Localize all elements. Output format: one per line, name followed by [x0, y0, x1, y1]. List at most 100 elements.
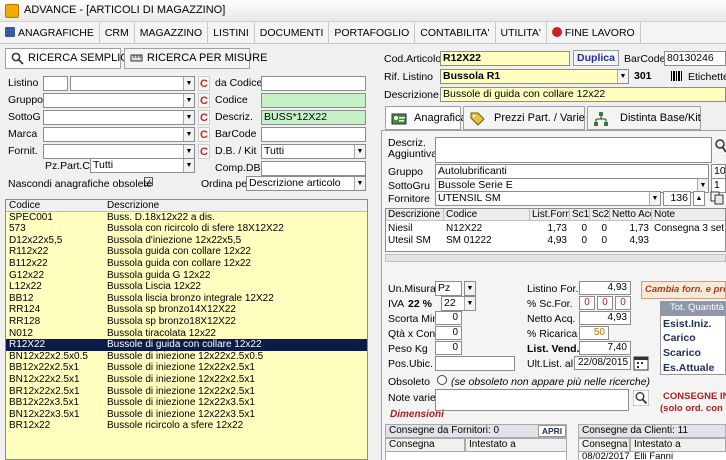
- da-codice-input[interactable]: [261, 76, 366, 91]
- item-codice: B112x22: [9, 258, 48, 269]
- chevron-down-icon[interactable]: ▼: [464, 281, 476, 296]
- obsoleto-radio[interactable]: [437, 375, 447, 385]
- list-item[interactable]: 573 Bussola con ricircolo di sfere 18X12X…: [6, 223, 367, 235]
- list-item[interactable]: N012 Bussola tiracolata 12x22: [6, 328, 367, 340]
- menu-documenti[interactable]: DOCUMENTI: [255, 22, 330, 44]
- barcode-input[interactable]: 80130246: [664, 51, 726, 66]
- list-item[interactable]: BN12x22x2.5x1 Bussole di iniezione 12x22x…: [6, 374, 367, 386]
- consegne-fornitori-list[interactable]: [385, 452, 567, 460]
- rif-listino-select[interactable]: Bussola R1 ▼: [440, 69, 629, 84]
- list-item[interactable]: B112x22 Bussola guida con collare 12x22: [6, 258, 367, 270]
- sc-for-2[interactable]: 0: [597, 296, 613, 310]
- cambia-fornitore-button[interactable]: Cambia forn. e prezzi: [641, 281, 726, 299]
- descr-aggiuntiva-input[interactable]: [435, 137, 712, 163]
- list-item[interactable]: SPEC001 Buss. D.18x12x22 a dis.: [6, 212, 367, 224]
- barcode-icon[interactable]: [670, 69, 684, 83]
- menu-contabilita[interactable]: CONTABILITA': [415, 22, 496, 44]
- item-codice: BB12: [9, 292, 34, 304]
- cod-articolo-input[interactable]: R12X22: [440, 51, 570, 66]
- supplier-grid-scrollbar[interactable]: [385, 254, 726, 262]
- list-item[interactable]: R112x22 Bussola guida con collare 12x22: [6, 246, 367, 258]
- list-item[interactable]: BR12x22 Bussole ricircolo a sfere 12x22: [6, 420, 367, 432]
- um-select[interactable]: Pz: [435, 281, 462, 296]
- list-item[interactable]: BR12x22x2.5x1 Bussole di iniezione 12x22x…: [6, 386, 367, 398]
- ordina-select[interactable]: Descrizione articolo ▼: [246, 176, 366, 191]
- supplier-cell[interactable]: Niesil: [388, 223, 441, 235]
- scorta-input[interactable]: 0: [435, 311, 462, 325]
- hide-obsolete-checkbox[interactable]: ☑: [143, 175, 154, 189]
- clear-listino-button[interactable]: C: [198, 76, 210, 91]
- apri-button[interactable]: APRI: [538, 425, 566, 437]
- dimensioni-label[interactable]: Dimensioni: [390, 409, 444, 420]
- list-item[interactable]: BB12x22x3.5x1 Bussole di iniezione 12x22x…: [6, 397, 367, 409]
- calendar-icon[interactable]: [633, 355, 649, 371]
- note-varie-input[interactable]: [435, 389, 629, 411]
- esist-iniz-label: Esist.Iniz.: [663, 318, 712, 330]
- list-vend-input[interactable]: 7,40: [579, 341, 631, 355]
- list-item[interactable]: G12x22 Bussola guida G 12x22: [6, 270, 367, 282]
- qta-conf-input[interactable]: 0: [435, 326, 462, 340]
- peso-input[interactable]: 0: [435, 341, 462, 355]
- list-item[interactable]: BB12x22x2.5x1 Bussole di iniezione 12x22x…: [6, 362, 367, 374]
- descrizione-input[interactable]: Bussole di guida con collare 12x22: [440, 87, 726, 102]
- clear-sottog-button[interactable]: C: [198, 110, 210, 125]
- supplier-cell[interactable]: Utesil SM: [388, 235, 441, 247]
- listino-select[interactable]: ▼: [70, 76, 195, 91]
- menu-crm[interactable]: CRM: [100, 22, 135, 44]
- marca-select[interactable]: ▼: [43, 127, 195, 142]
- clear-gruppo-button[interactable]: C: [198, 93, 210, 108]
- etichette-button[interactable]: Etichette: [688, 71, 726, 83]
- menu-utilita[interactable]: UTILITA': [496, 22, 547, 44]
- search-icon[interactable]: [714, 139, 726, 153]
- barcode-filter-input[interactable]: [261, 127, 366, 142]
- menu-anagrafiche[interactable]: ANAGRAFICHE: [0, 22, 100, 44]
- descriz-filter-input[interactable]: BUSS*12X22: [261, 110, 366, 125]
- list-item[interactable]: RR128 Bussola sp bronzo18X12X22: [6, 316, 367, 328]
- compdb-input[interactable]: [261, 161, 366, 176]
- list-item[interactable]: BN12x22x3.5x1 Bussole di iniezione 12x22x…: [6, 409, 367, 421]
- search-icon[interactable]: [633, 390, 649, 406]
- pzpartcli-select[interactable]: Tutti ▼: [90, 158, 195, 173]
- fornitore-select[interactable]: UTENSIL SM ▼: [435, 191, 661, 206]
- tab-prezzi[interactable]: Prezzi Part. / Varie: [463, 106, 585, 130]
- item-descrizione: Bussola sp bronzo18X12X22: [107, 316, 236, 327]
- menu-listini[interactable]: LISTINI: [208, 22, 255, 44]
- duplica-button[interactable]: Duplica: [573, 50, 619, 66]
- tab-ricerca-semplice[interactable]: RICERCA SEMPLICE: [5, 48, 136, 69]
- descr-aggiuntiva-label: Descriz. Aggiuntiva: [388, 137, 438, 160]
- menu-fine-lavoro[interactable]: FINE LAVORO: [547, 22, 641, 44]
- results-list[interactable]: Codice Descrizione SPEC001 Buss. D.18x12x…: [5, 199, 368, 460]
- list-item[interactable]: R12X22 Bussole di guida con collare 12x22: [6, 339, 367, 351]
- sc-for-1[interactable]: 0: [579, 296, 595, 310]
- db-kit-select[interactable]: Tutti ▼: [261, 144, 366, 159]
- gruppo-select[interactable]: ▼: [43, 93, 195, 108]
- clear-marca-button[interactable]: C: [198, 127, 210, 142]
- supplier-grid[interactable]: Descrizione Codice List.Forn Sc1 Sc2 Netto Ac…: [385, 208, 726, 252]
- listino-code-input[interactable]: [43, 76, 68, 91]
- menu-magazzino[interactable]: MAGAZZINO: [135, 22, 209, 44]
- menu-portafoglio[interactable]: PORTAFOGLIO: [329, 22, 416, 44]
- sottog-select[interactable]: ▼: [43, 110, 195, 125]
- iva-select[interactable]: 22 ▼: [441, 296, 476, 311]
- list-item[interactable]: BN12x22x2.5x0.5 Bussole di iniezione 12x2…: [6, 351, 367, 363]
- listino-for-input[interactable]: 4,93: [579, 281, 631, 295]
- ult-list-input[interactable]: 22/08/2015: [574, 356, 631, 370]
- tab-ricerca-per-misure[interactable]: RICERCA PER MISURE: [124, 48, 267, 69]
- copy-icon[interactable]: [710, 191, 724, 205]
- codice-filter-input[interactable]: [261, 93, 366, 108]
- consegne-clienti-list[interactable]: 08/02/2017 Elli Fanni: [578, 452, 726, 460]
- gruppo-anag-select[interactable]: Autolubrificanti: [435, 164, 709, 179]
- tab-anagrafica[interactable]: Anagrafica: [385, 106, 467, 130]
- pos-ubic-input[interactable]: [435, 356, 515, 371]
- list-item[interactable]: L12x22 Bussola Liscia 12x22: [6, 281, 367, 293]
- chevron-down-icon: ▼: [183, 111, 194, 124]
- tab-distinta[interactable]: Distinta Base/Kit: [587, 106, 701, 130]
- fornit-select[interactable]: ▼: [43, 144, 195, 159]
- sc-for-3[interactable]: 0: [615, 296, 631, 310]
- list-item[interactable]: RR124 Bussola sp bronzo14X12X22: [6, 304, 367, 316]
- list-item[interactable]: D12x22x5,5 Bussola d'iniezione 12x22x5,5: [6, 235, 367, 247]
- clear-fornit-button[interactable]: C: [198, 144, 210, 159]
- fornitore-spin-icon[interactable]: ▲: [693, 191, 705, 206]
- ricarica-input[interactable]: 50: [579, 326, 609, 340]
- list-item[interactable]: BB12 Bussola liscia bronzo integrale 12X2…: [6, 293, 367, 305]
